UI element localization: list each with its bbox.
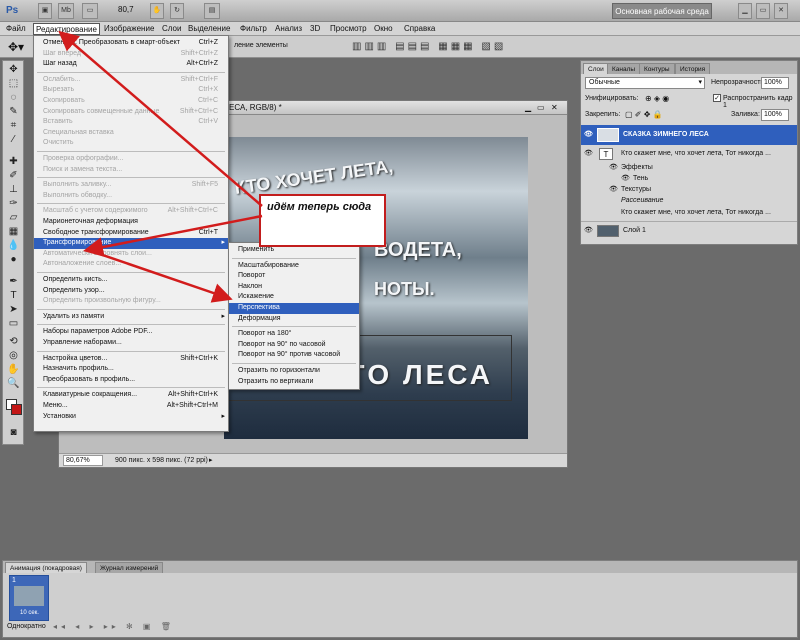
opacity-field[interactable]: 100% [761, 77, 789, 89]
loop-select[interactable]: Однократно [7, 623, 46, 630]
layer-name: Слой 1 [623, 227, 646, 234]
frame-thumbnail [14, 586, 44, 606]
eye-icon[interactable]: 👁 [584, 146, 593, 162]
blend-mode-select[interactable]: Обычные ▾ [585, 77, 705, 89]
fill-field[interactable]: 100% [761, 109, 789, 121]
propagate-label: Распространить кадр 1 [723, 95, 793, 109]
layer-thumbnail [597, 225, 619, 237]
effects-row[interactable]: 👁 Эффекты [581, 162, 797, 173]
eye-icon[interactable]: 👁 [609, 184, 618, 195]
frame-delay[interactable]: 10 сек. [20, 610, 39, 616]
arrow-to-perspective [87, 248, 233, 303]
lock-label: Закрепить: [585, 111, 621, 118]
animation-frame[interactable]: 1 10 сек. [9, 575, 49, 621]
textures-label: Текстуры [621, 186, 652, 193]
shadow-row[interactable]: 👁 Тень [581, 173, 797, 184]
animation-tabs: Анимация (покадровая) Журнал измерений [3, 561, 797, 573]
tab-layers[interactable]: Слои [583, 63, 609, 74]
effects-label: Эффекты [621, 164, 653, 171]
layer-thumbnail [597, 128, 619, 142]
fill-label: Заливка: [731, 111, 760, 118]
tab-paths[interactable]: Контуры [639, 63, 675, 74]
layer-name: Кто скажет мне, что хочет лета, Тот нико… [621, 150, 771, 157]
eye-icon[interactable]: 👁 [609, 162, 618, 173]
chevron-down-icon: ▾ [698, 79, 702, 86]
unify-icons[interactable]: ⊕ ◈ ◉ [645, 94, 669, 103]
type-layer-icon: T [599, 148, 613, 160]
tab-history[interactable]: История [675, 63, 711, 74]
playback-controls[interactable]: ◂◂ ◂ ▸ ▸▸ ✻ ▣ 🗑 [53, 622, 175, 631]
diffusion-label: Рассеивание [621, 197, 664, 204]
layer-name: СКАЗКА ЗИМНЕГО ЛЕСА [623, 131, 709, 138]
layers-panel: Слои Каналы Контуры История Обычные ▾ Неп… [580, 60, 798, 245]
tab-measurement[interactable]: Журнал измерений [95, 562, 164, 573]
arrow-to-edit-menu [58, 30, 263, 207]
diffusion-row[interactable]: Рассеивание [581, 195, 797, 206]
textures-row[interactable]: 👁 Текстуры [581, 184, 797, 195]
blend-mode-value: Обычные [589, 79, 620, 86]
tab-channels[interactable]: Каналы [607, 63, 641, 74]
layer-name: Кто скажет мне, что хочет лета, Тот нико… [621, 209, 771, 216]
frame-number: 1 [12, 577, 16, 584]
opacity-label: Непрозрачность: [711, 79, 766, 86]
eye-icon[interactable]: 👁 [584, 125, 593, 145]
arrow-to-transform [83, 214, 263, 257]
layer-row-image[interactable]: 👁 Слой 1 [581, 221, 797, 239]
layer-row-text[interactable]: 👁 T Кто скажет мне, что хочет лета, Тот … [581, 146, 797, 162]
unify-label: Унифицировать: [585, 95, 639, 102]
propagate-checkbox[interactable]: ✓ [713, 94, 721, 102]
animation-panel: Анимация (покадровая) Журнал измерений 1… [2, 560, 798, 638]
shadow-label: Тень [633, 175, 649, 182]
eye-icon[interactable]: 👁 [621, 173, 630, 184]
layer-row-text-2[interactable]: Кто скажет мне, что хочет лета, Тот нико… [581, 206, 797, 220]
layer-row-title[interactable]: 👁 СКАЗКА ЗИМНЕГО ЛЕСА [581, 125, 797, 145]
eye-icon[interactable]: 👁 [584, 222, 593, 240]
tab-animation[interactable]: Анимация (покадровая) [5, 562, 87, 573]
panel-tabs: Слои Каналы Контуры История [581, 61, 797, 74]
lock-icons[interactable]: ▢ ✐ ✥ 🔒 [625, 110, 663, 119]
